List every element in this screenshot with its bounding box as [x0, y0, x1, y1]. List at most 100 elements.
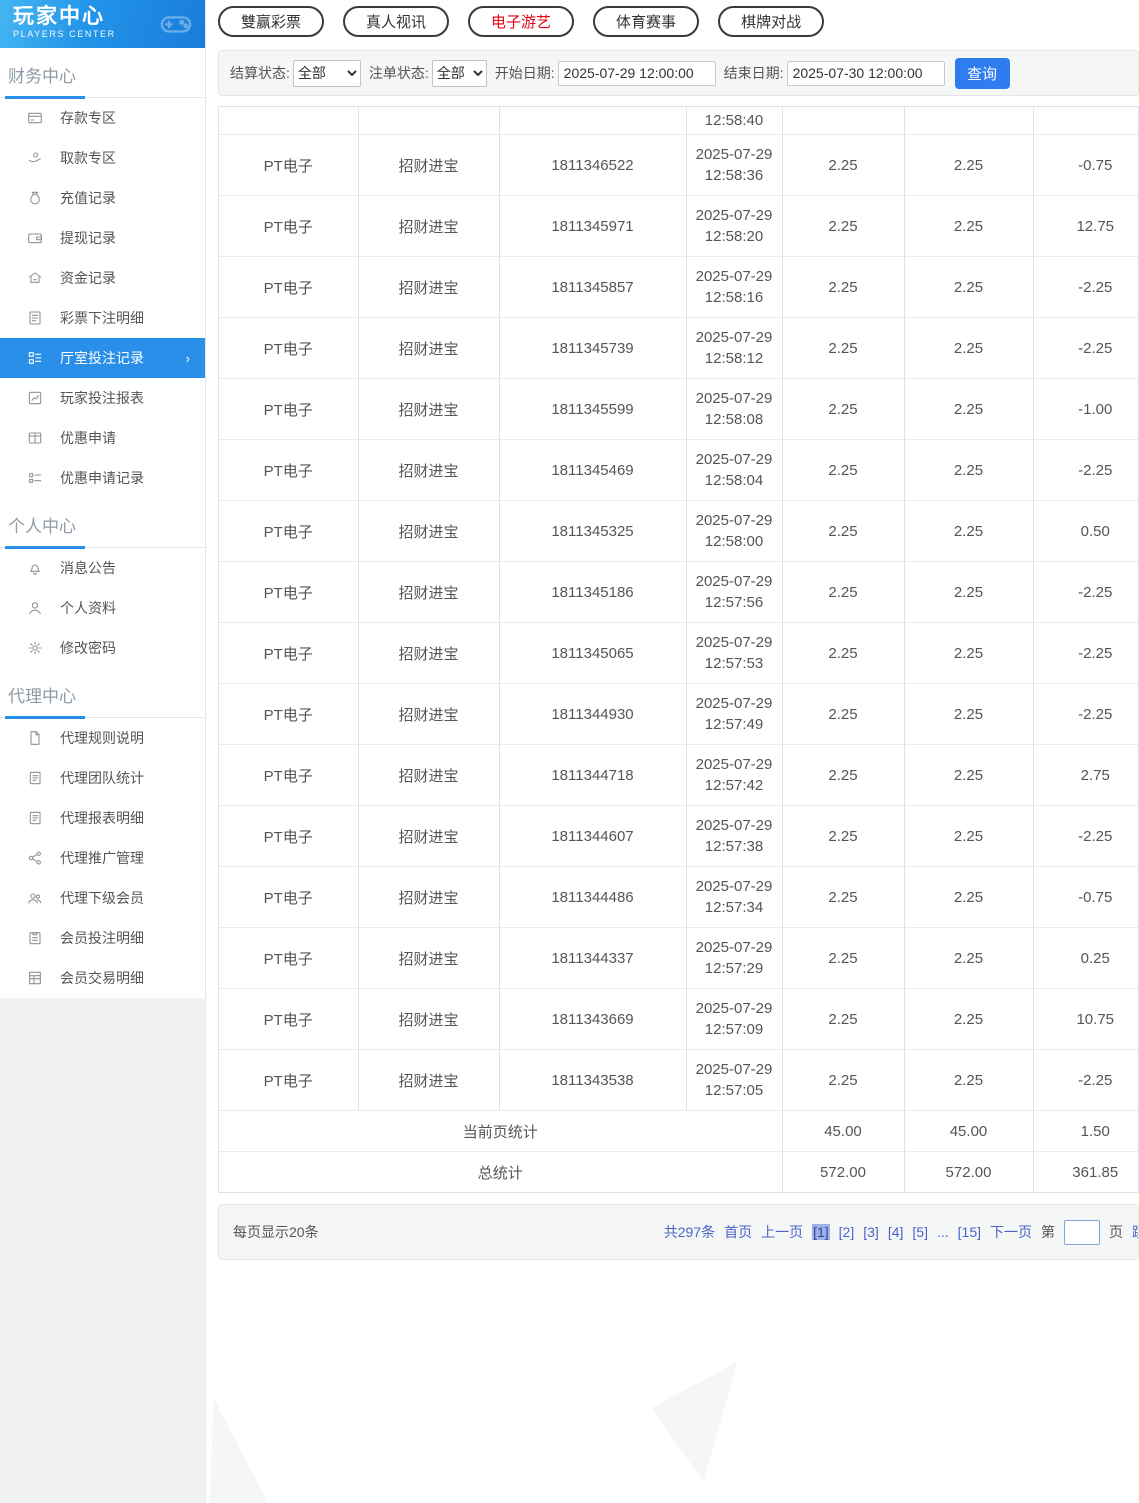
table-row: PT电子 招财进宝 1811345325 2025-07-29 12:58:00 2.25… — [219, 500, 1138, 562]
sidebar-item-label: 充值记录 — [60, 190, 116, 206]
sidebar-item[interactable]: 优惠申请› — [0, 418, 205, 458]
total-count-label: 共297条 — [663, 1224, 716, 1240]
sidebar-section-title: 个人中心 — [0, 498, 205, 549]
order-status-select[interactable]: 全部 — [431, 59, 487, 87]
sidebar-item-label: 会员投注明细 — [60, 930, 144, 946]
prev-page-link[interactable]: 上一页 — [761, 1222, 803, 1242]
end-date-label: 结束日期: — [723, 65, 784, 81]
sidebar-item[interactable]: 代理团队统计› — [0, 758, 205, 798]
table-row: PT电子 招财进宝 1811345971 2025-07-29 12:58:20 2.25… — [219, 195, 1138, 257]
sidebar-item[interactable]: 会员投注明细› — [0, 918, 205, 958]
table-row: PT电子 招财进宝 1811344607 2025-07-29 12:57:38 2.25… — [219, 805, 1138, 867]
page-link[interactable]: [2] — [839, 1224, 855, 1240]
page-link[interactable]: [5] — [912, 1224, 928, 1240]
sidebar-item[interactable]: 玩家投注报表› — [0, 378, 205, 418]
main-content: 雙赢彩票 真人视讯 电子游艺 体育赛事 棋牌对战 结算状态: 全部 注单状态: 全部 开… — [218, 0, 1139, 1503]
file-icon — [27, 730, 43, 746]
share-icon — [27, 850, 43, 866]
query-button[interactable]: 查询 — [954, 57, 1010, 89]
table-row: PT电子 招财进宝 1811345739 2025-07-29 12:58:12 2.25… — [219, 317, 1138, 379]
page-link[interactable]: [4] — [888, 1224, 904, 1240]
page-links: [1] [2] [3] [4] [5]... [15] — [812, 1224, 981, 1240]
table-row-partial: 12:58:40 — [219, 107, 1138, 135]
sidebar-item[interactable]: 取款专区› — [0, 138, 205, 178]
category-tab[interactable]: 棋牌对战 — [718, 6, 825, 37]
table-row: PT电子 招财进宝 1811345599 2025-07-29 12:58:08 2.25… — [219, 378, 1138, 440]
category-tab[interactable]: 真人视讯 — [343, 6, 450, 37]
sidebar-item[interactable]: 代理报表明细› — [0, 798, 205, 838]
page-link[interactable]: [15] — [958, 1224, 981, 1240]
table-row: PT电子 招财进宝 1811344337 2025-07-29 12:57:29 2.25… — [219, 927, 1138, 989]
sidebar-item[interactable]: 彩票下注明细› — [0, 298, 205, 338]
gamepad-icon — [159, 6, 193, 34]
settle-status-label: 结算状态: — [230, 65, 290, 81]
sidebar-item-label: 彩票下注明细 — [60, 310, 144, 326]
jump-page-input[interactable] — [1064, 1219, 1100, 1245]
first-page-link[interactable]: 首页 — [724, 1222, 752, 1242]
sidebar-item-label: 会员交易明细 — [60, 970, 144, 986]
category-tab[interactable]: 体育赛事 — [593, 6, 700, 37]
sidebar-item-label: 提现记录 — [60, 230, 116, 246]
order-status-label: 注单状态: — [368, 65, 429, 81]
hand-coin-icon — [27, 150, 43, 166]
sidebar-item[interactable]: 代理推广管理› — [0, 838, 205, 878]
sidebar-item-label: 代理团队统计 — [60, 770, 144, 786]
doc-lines-icon — [27, 310, 43, 326]
jump-suffix-label: 页 — [1109, 1224, 1123, 1240]
sidebar-section-title: 财务中心 — [0, 48, 205, 99]
sidebar-item[interactable]: 资金记录› — [0, 258, 205, 298]
sidebar-item[interactable]: 会员交易明细› — [0, 958, 205, 998]
sidebar-item[interactable]: 厅室投注记录 › — [0, 338, 205, 378]
table-row: PT电子 招财进宝 1811344486 2025-07-29 12:57:34 2.25… — [219, 866, 1138, 928]
brand-header: 玩家中心 PLAYERS CENTER — [0, 0, 205, 48]
sidebar-section-title: 代理中心 — [0, 668, 205, 719]
sidebar-nav: 财务中心存款专区›取款专区›充值记录›提现记录›资金记录›彩票下注明细›厅室投注… — [0, 48, 205, 998]
sidebar-item[interactable]: 充值记录› — [0, 178, 205, 218]
sidebar-item-label: 存款专区 — [60, 110, 116, 126]
page-link[interactable]: [3] — [863, 1224, 879, 1240]
page-link-current[interactable]: [1] — [812, 1224, 830, 1240]
next-page-link[interactable]: 下一页 — [990, 1222, 1032, 1242]
wallet-icon — [27, 230, 43, 246]
sidebar-item-label: 优惠申请 — [60, 430, 116, 446]
bets-table: 12:58:40 PT电子 招财进宝 1811346522 2025-07-29 12:5… — [218, 106, 1139, 1193]
end-date-input[interactable] — [786, 60, 945, 86]
table-row: PT电子 招财进宝 1811344930 2025-07-29 12:57:49 2.25… — [219, 683, 1138, 745]
stats-row-total: 总统计 572.00 572.00 361.85 — [219, 1151, 1138, 1192]
sidebar-item[interactable]: 提现记录› — [0, 218, 205, 258]
gear-icon — [27, 640, 43, 656]
sidebar-item-label: 厅室投注记录 — [60, 350, 144, 366]
sidebar: 玩家中心 PLAYERS CENTER 财务中心存款专区›取款专区›充值记录›提… — [0, 0, 206, 1503]
bell-icon — [27, 560, 43, 576]
sidebar-item-label: 优惠申请记录 — [60, 470, 144, 486]
sidebar-item[interactable]: 代理规则说明› — [0, 718, 205, 758]
table-row: PT电子 招财进宝 1811344718 2025-07-29 12:57:42 2.25… — [219, 744, 1138, 806]
pagination-bar: 每页显示20条 共297条 首页 上一页 [1] [2] [3] [4] [5]...[… — [218, 1204, 1139, 1260]
sidebar-item-label: 代理报表明细 — [60, 810, 144, 826]
sidebar-item[interactable]: 消息公告› — [0, 548, 205, 588]
sidebar-item[interactable]: 代理下级会员› — [0, 878, 205, 918]
table-row: PT电子 招财进宝 1811343538 2025-07-29 12:57:05 2.25… — [219, 1049, 1138, 1111]
start-date-input[interactable] — [557, 60, 716, 86]
card-icon — [27, 110, 43, 126]
table-row: PT电子 招财进宝 1811345065 2025-07-29 12:57:53 2.25… — [219, 622, 1138, 684]
category-tab[interactable]: 电子游艺 — [468, 6, 575, 37]
category-tab[interactable]: 雙赢彩票 — [218, 6, 325, 37]
sidebar-item-label: 资金记录 — [60, 270, 116, 286]
sidebar-item[interactable]: 个人资料› — [0, 588, 205, 628]
sidebar-item[interactable]: 存款专区› — [0, 98, 205, 138]
flow-list-icon — [27, 350, 43, 366]
stats-icon — [27, 770, 43, 786]
sidebar-item[interactable]: 优惠申请记录› — [0, 458, 205, 498]
jump-go-button[interactable]: 跳 — [1132, 1222, 1138, 1242]
sidebar-item-label: 取款专区 — [60, 150, 116, 166]
start-date-label: 开始日期: — [494, 65, 555, 81]
sidebar-item-label: 修改密码 — [60, 640, 116, 656]
page-ellipsis: ... — [936, 1224, 949, 1240]
settle-status-select[interactable]: 全部 — [292, 59, 361, 87]
chevron-right-icon: › — [185, 350, 190, 366]
promo-icon — [27, 430, 43, 446]
sidebar-item[interactable]: 修改密码› — [0, 628, 205, 668]
category-tabs: 雙赢彩票 真人视讯 电子游艺 体育赛事 棋牌对战 — [218, 0, 1139, 37]
table-row: PT电子 招财进宝 1811346522 2025-07-29 12:58:36 2.25… — [219, 134, 1138, 196]
